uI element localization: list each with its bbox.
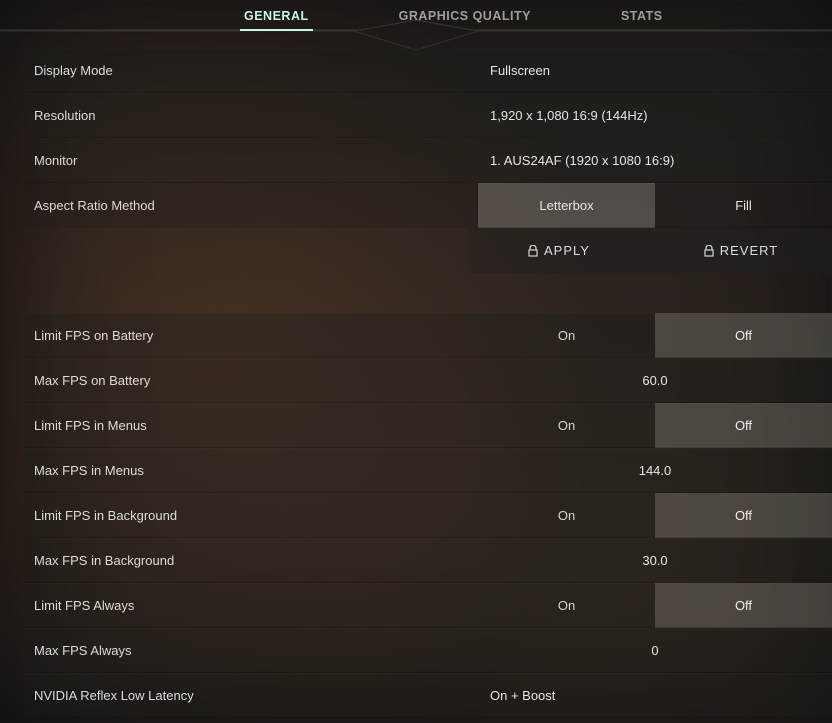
limit-fps-always-off[interactable]: Off [655, 583, 832, 628]
monitor-value[interactable]: 1. AUS24AF (1920 x 1080 16:9) [478, 138, 832, 183]
limit-fps-battery-off[interactable]: Off [655, 313, 832, 358]
aspect-ratio-options: Letterbox Fill [478, 183, 832, 228]
limit-fps-battery-toggle: On Off [478, 313, 832, 358]
nvidia-reflex-value[interactable]: On + Boost [478, 673, 832, 718]
max-fps-menus-value[interactable]: 144.0 [478, 448, 832, 493]
display-mode-value[interactable]: Fullscreen [478, 48, 832, 93]
settings-content: Display Mode Fullscreen Resolution 1,920… [24, 48, 832, 723]
max-fps-always-label: Max FPS Always [24, 628, 478, 673]
max-fps-background-value[interactable]: 30.0 [478, 538, 832, 583]
limit-fps-menus-off[interactable]: Off [655, 403, 832, 448]
display-action-bar: APPLY REVERT [468, 228, 832, 273]
max-fps-battery-value[interactable]: 60.0 [478, 358, 832, 403]
max-fps-menus-label: Max FPS in Menus [24, 448, 478, 493]
tab-general[interactable]: GENERAL [244, 9, 309, 23]
revert-label: REVERT [720, 243, 779, 258]
aspect-ratio-letterbox[interactable]: Letterbox [478, 183, 655, 228]
tab-stats[interactable]: STATS [621, 9, 663, 23]
nvidia-reflex-label: NVIDIA Reflex Low Latency [24, 673, 478, 718]
limit-fps-always-label: Limit FPS Always [24, 583, 478, 628]
limit-fps-always-on[interactable]: On [478, 583, 655, 628]
apply-label: APPLY [544, 243, 590, 258]
limit-fps-menus-label: Limit FPS in Menus [24, 403, 478, 448]
max-fps-battery-label: Max FPS on Battery [24, 358, 478, 403]
limit-fps-menus-on[interactable]: On [478, 403, 655, 448]
tab-graphics-quality[interactable]: GRAPHICS QUALITY [399, 9, 531, 23]
limit-fps-battery-on[interactable]: On [478, 313, 655, 358]
monitor-label: Monitor [24, 138, 478, 183]
lock-icon [704, 245, 714, 257]
display-mode-label: Display Mode [24, 48, 478, 93]
max-fps-background-label: Max FPS in Background [24, 538, 478, 583]
resolution-value[interactable]: 1,920 x 1,080 16:9 (144Hz) [478, 93, 832, 138]
aspect-ratio-label: Aspect Ratio Method [24, 183, 478, 228]
limit-fps-background-label: Limit FPS in Background [24, 493, 478, 538]
limit-fps-background-toggle: On Off [478, 493, 832, 538]
settings-tabs: GENERAL GRAPHICS QUALITY STATS [0, 0, 832, 32]
limit-fps-background-off[interactable]: Off [655, 493, 832, 538]
apply-button[interactable]: APPLY [468, 228, 650, 273]
limit-fps-always-toggle: On Off [478, 583, 832, 628]
limit-fps-background-on[interactable]: On [478, 493, 655, 538]
max-fps-always-value[interactable]: 0 [478, 628, 832, 673]
limit-fps-menus-toggle: On Off [478, 403, 832, 448]
aspect-ratio-fill[interactable]: Fill [655, 183, 832, 228]
revert-button[interactable]: REVERT [650, 228, 832, 273]
resolution-label: Resolution [24, 93, 478, 138]
limit-fps-battery-label: Limit FPS on Battery [24, 313, 478, 358]
lock-icon [528, 245, 538, 257]
